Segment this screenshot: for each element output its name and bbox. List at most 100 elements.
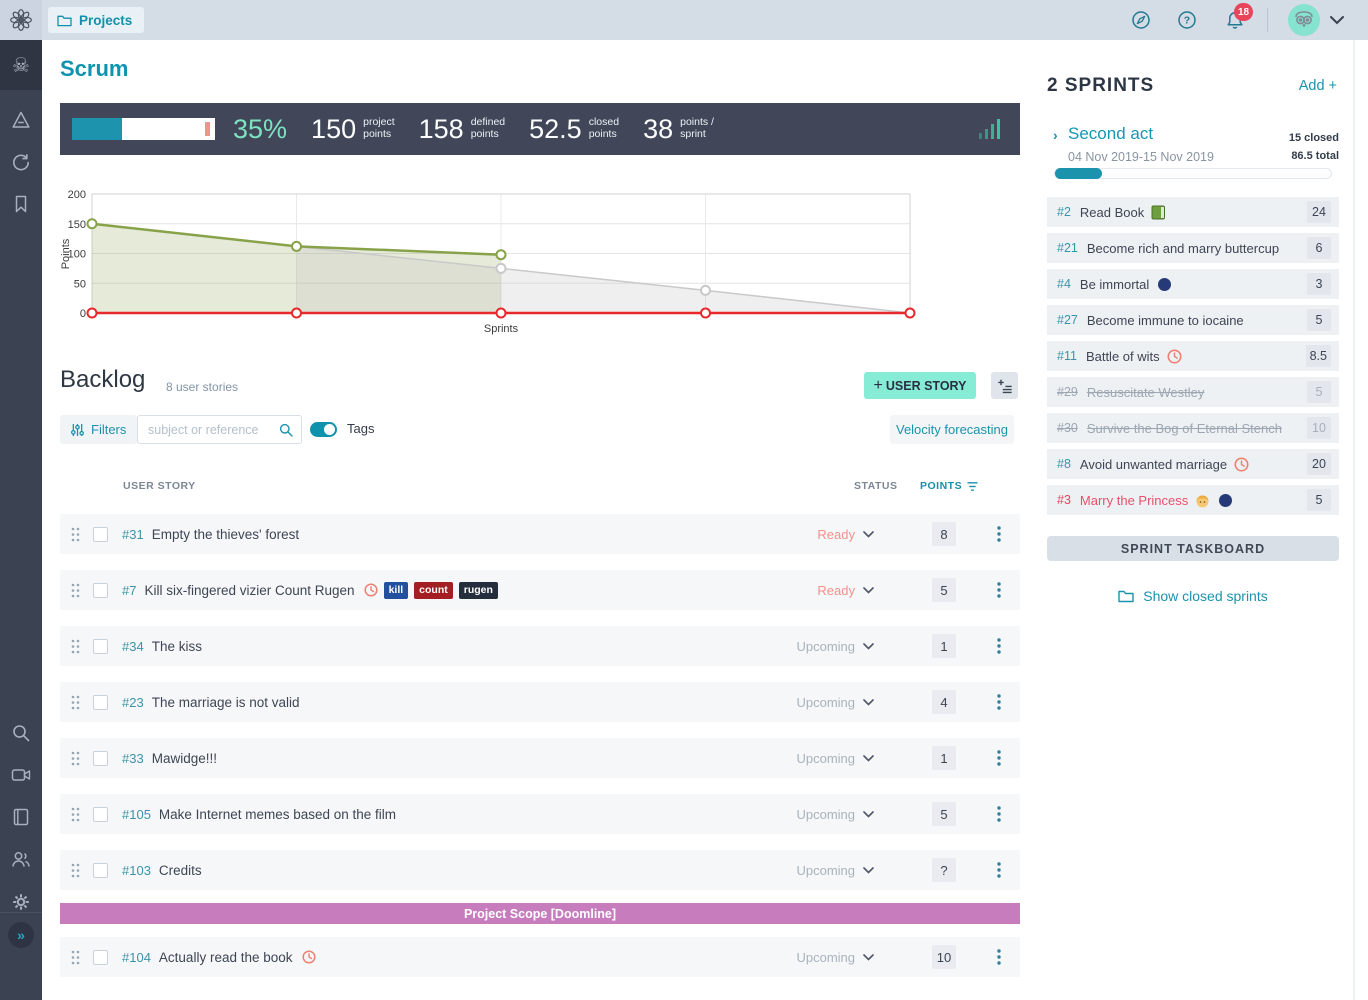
- story-checkbox[interactable]: [93, 583, 108, 598]
- team-icon[interactable]: [11, 849, 31, 869]
- row-menu[interactable]: [978, 638, 1020, 654]
- sprint-item-ref[interactable]: #27: [1057, 313, 1078, 327]
- show-closed-sprints-link[interactable]: Show closed sprints: [1047, 588, 1339, 604]
- story-ref[interactable]: #33: [122, 751, 144, 766]
- sprint-item-title[interactable]: Read Book: [1080, 205, 1144, 220]
- story-checkbox[interactable]: [93, 751, 108, 766]
- kebab-menu-icon[interactable]: [997, 862, 1001, 878]
- sprint-item-title[interactable]: Become immune to iocaine: [1087, 313, 1244, 328]
- drag-handle-icon[interactable]: [71, 863, 80, 878]
- collapse-sidebar-icon[interactable]: »: [8, 922, 34, 948]
- points-value[interactable]: 1: [932, 746, 956, 770]
- points-value[interactable]: 8: [932, 522, 956, 546]
- sprint-taskboard-button[interactable]: SPRINT TASKBOARD: [1047, 536, 1339, 561]
- sprint-item[interactable]: #27Become immune to iocaine5: [1047, 305, 1339, 335]
- story-ref[interactable]: #23: [122, 695, 144, 710]
- story-title[interactable]: Kill six-fingered vizier Count Rugen: [144, 583, 354, 598]
- settings-gear-icon[interactable]: [11, 892, 31, 912]
- story-checkbox[interactable]: [93, 807, 108, 822]
- sprint-expand-chevron[interactable]: ›: [1053, 127, 1058, 143]
- project-logo-skull[interactable]: ☠: [0, 40, 42, 90]
- kebab-menu-icon[interactable]: [997, 526, 1001, 542]
- bulk-add-stories-button[interactable]: [991, 372, 1018, 399]
- points-value[interactable]: 5: [932, 578, 956, 602]
- search-input[interactable]: [148, 416, 278, 443]
- points-value[interactable]: 5: [932, 802, 956, 826]
- kebab-menu-icon[interactable]: [997, 806, 1001, 822]
- status-dropdown[interactable]: Upcoming: [795, 751, 910, 766]
- story-checkbox[interactable]: [93, 863, 108, 878]
- kebab-menu-icon[interactable]: [997, 949, 1001, 965]
- drag-handle-icon[interactable]: [71, 950, 80, 965]
- story-checkbox[interactable]: [93, 950, 108, 965]
- points-value[interactable]: 1: [932, 634, 956, 658]
- add-sprint-link[interactable]: Add +: [1299, 78, 1337, 94]
- compass-icon[interactable]: [1131, 10, 1151, 30]
- sprint-item-ref[interactable]: #29: [1057, 385, 1078, 399]
- tags-toggle[interactable]: [310, 422, 337, 437]
- sprint-item-ref[interactable]: #21: [1057, 241, 1078, 255]
- sprint-item[interactable]: #4Be immortal3: [1047, 269, 1339, 299]
- row-menu[interactable]: [978, 949, 1020, 965]
- scrollbar-track[interactable]: [1353, 40, 1355, 1000]
- row-menu[interactable]: [978, 694, 1020, 710]
- help-icon[interactable]: ?: [1177, 10, 1197, 30]
- sprint-item[interactable]: #30Survive the Bog of Eternal Stench10: [1047, 413, 1339, 443]
- story-ref[interactable]: #31: [122, 527, 144, 542]
- drag-handle-icon[interactable]: [71, 583, 80, 598]
- sprint-item[interactable]: #21Become rich and marry buttercup6: [1047, 233, 1339, 263]
- sprint-item-ref[interactable]: #8: [1057, 457, 1071, 471]
- kebab-menu-icon[interactable]: [997, 582, 1001, 598]
- status-dropdown[interactable]: Upcoming: [795, 950, 910, 965]
- status-dropdown[interactable]: Upcoming: [795, 639, 910, 654]
- drag-handle-icon[interactable]: [71, 639, 80, 654]
- sprint-item-title[interactable]: Resuscitate Westley: [1087, 385, 1205, 400]
- status-dropdown[interactable]: Upcoming: [795, 695, 910, 710]
- sprint-item-ref[interactable]: #4: [1057, 277, 1071, 291]
- sprint-item[interactable]: #2Read Book24: [1047, 197, 1339, 227]
- story-title[interactable]: The kiss: [152, 639, 202, 654]
- sprint-item[interactable]: #3Marry the Princess5: [1047, 485, 1339, 515]
- story-ref[interactable]: #7: [122, 583, 136, 598]
- status-dropdown[interactable]: Upcoming: [795, 807, 910, 822]
- search-icon[interactable]: [11, 723, 31, 743]
- sprint-item-ref[interactable]: #11: [1057, 349, 1077, 363]
- points-value[interactable]: ?: [932, 858, 956, 882]
- chevron-down-icon[interactable]: [1329, 14, 1345, 26]
- drag-handle-icon[interactable]: [71, 527, 80, 542]
- story-title[interactable]: Credits: [159, 863, 202, 878]
- points-value[interactable]: 4: [932, 690, 956, 714]
- sprint-item[interactable]: #29Resuscitate Westley5: [1047, 377, 1339, 407]
- story-checkbox[interactable]: [93, 695, 108, 710]
- epics-icon[interactable]: [11, 110, 31, 130]
- issues-bookmark-icon[interactable]: [11, 194, 31, 214]
- row-menu[interactable]: [978, 526, 1020, 542]
- row-menu[interactable]: [978, 750, 1020, 766]
- sprint-item-title[interactable]: Be immortal: [1080, 277, 1149, 292]
- kebab-menu-icon[interactable]: [997, 694, 1001, 710]
- projects-button[interactable]: Projects: [48, 7, 144, 33]
- story-checkbox[interactable]: [93, 527, 108, 542]
- sprint-item-title[interactable]: Battle of wits: [1086, 349, 1160, 364]
- stats-bars-icon[interactable]: [979, 119, 1000, 139]
- sprint-item[interactable]: #8Avoid unwanted marriage20: [1047, 449, 1339, 479]
- sprint-item-ref[interactable]: #3: [1057, 493, 1071, 507]
- row-menu[interactable]: [978, 806, 1020, 822]
- wiki-book-icon[interactable]: [11, 807, 31, 827]
- story-ref[interactable]: #105: [122, 807, 151, 822]
- story-title[interactable]: Empty the thieves' forest: [152, 527, 299, 542]
- story-title[interactable]: Mawidge!!!: [152, 751, 217, 766]
- status-dropdown[interactable]: Upcoming: [795, 863, 910, 878]
- points-value[interactable]: 10: [932, 945, 956, 969]
- meet-video-icon[interactable]: [11, 765, 31, 785]
- sprint-item-title[interactable]: Marry the Princess: [1080, 493, 1188, 508]
- story-title[interactable]: The marriage is not valid: [152, 695, 300, 710]
- sprint-item-title[interactable]: Survive the Bog of Eternal Stench: [1087, 421, 1282, 436]
- story-ref[interactable]: #103: [122, 863, 151, 878]
- search-icon[interactable]: [279, 423, 293, 437]
- row-menu[interactable]: [978, 862, 1020, 878]
- sprint-name[interactable]: Second act: [1068, 124, 1153, 144]
- story-checkbox[interactable]: [93, 639, 108, 654]
- sprint-item-title[interactable]: Become rich and marry buttercup: [1087, 241, 1279, 256]
- taiga-logo[interactable]: [0, 0, 42, 40]
